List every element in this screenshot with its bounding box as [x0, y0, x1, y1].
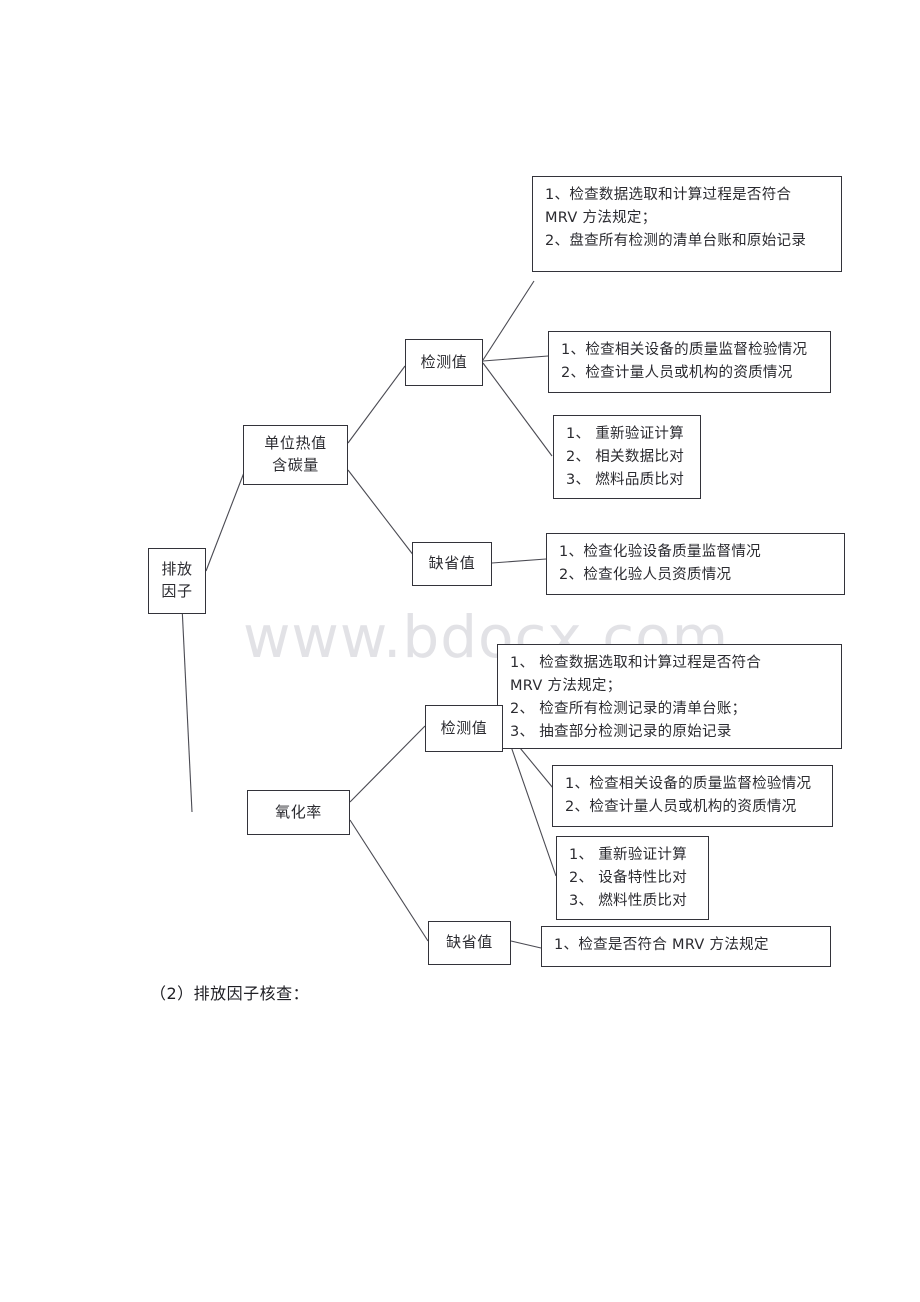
detail-row: 3、 燃料品质比对	[566, 472, 685, 489]
detail-row: MRV 方法规定；	[510, 677, 622, 694]
connector-default-lower-to-box1	[510, 940, 542, 949]
diagram-page: www.bdocx.com 排放 因子 单位热值 含碳量 检测值 缺省值 氧化率…	[0, 0, 920, 1302]
detail-row: 2、 设备特性比对	[569, 870, 688, 887]
node-default-value-upper-label: 缺省值	[428, 554, 476, 573]
node-oxidation-rate[interactable]: 氧化率	[247, 790, 350, 835]
detail-box-measured-upper-1: 1、检查数据选取和计算过程是否符合 MRV 方法规定； 2、盘查所有检测的清单台账和…	[532, 176, 842, 272]
connector-measured-lower-to-box3	[505, 731, 557, 877]
node-emission-factor[interactable]: 排放 因子	[148, 548, 206, 614]
connector-measured-upper-to-box2	[482, 355, 549, 362]
detail-row: 3、 抽查部分检测记录的原始记录	[510, 723, 732, 740]
connector-carbon-content-to-default-upper	[347, 469, 415, 557]
detail-box-measured-upper-2: 1、检查相关设备的质量监督检验情况 2、检查计量人员或机构的资质情况	[548, 331, 831, 393]
detail-row: 1、检查化验设备质量监督情况	[559, 544, 761, 560]
connector-default-upper-to-box1	[491, 558, 547, 564]
connector-emission-factor-to-carbon-content	[205, 469, 246, 572]
detail-row: 2、 检查所有检测记录的清单台账；	[510, 700, 747, 717]
detail-row: 2、检查计量人员或机构的资质情况	[565, 799, 797, 816]
node-emission-factor-line1: 排放	[161, 560, 193, 579]
node-default-value-lower[interactable]: 缺省值	[428, 921, 511, 965]
node-measured-value-upper[interactable]: 检测值	[405, 339, 483, 386]
page-caption: （2）排放因子核查：	[150, 984, 310, 1003]
detail-row: 2、 相关数据比对	[566, 449, 685, 466]
detail-row: MRV 方法规定；	[545, 210, 657, 227]
connector-measured-upper-to-box3	[482, 362, 553, 457]
connector-oxidation-rate-to-default-lower	[349, 819, 429, 942]
detail-box-measured-upper-3: 1、 重新验证计算 2、 相关数据比对 3、 燃料品质比对	[553, 415, 701, 499]
node-carbon-content-line1: 单位热值	[264, 434, 327, 453]
node-measured-value-upper-label: 检测值	[420, 352, 468, 371]
detail-row: 2、盘查所有检测的清单台账和原始记录	[545, 233, 807, 250]
node-emission-factor-line2: 因子	[161, 582, 193, 600]
detail-box-measured-lower-1: 1、 检查数据选取和计算过程是否符合 MRV 方法规定； 2、 检查所有检测记录的清…	[497, 644, 842, 749]
connector-measured-upper-to-box1	[482, 280, 535, 361]
detail-row: 2、检查化验人员资质情况	[559, 567, 732, 584]
detail-row: 1、检查数据选取和计算过程是否符合	[545, 187, 792, 203]
node-default-value-lower-label: 缺省值	[446, 933, 493, 952]
detail-row: 1、检查相关设备的质量监督检验情况	[565, 776, 812, 792]
detail-row: 3、 燃料性质比对	[569, 893, 688, 910]
node-measured-value-lower[interactable]: 检测值	[425, 705, 503, 752]
connector-carbon-content-to-measured-upper	[347, 365, 406, 444]
detail-box-measured-lower-2: 1、检查相关设备的质量监督检验情况 2、检查计量人员或机构的资质情况	[552, 765, 833, 827]
detail-row: 1、 重新验证计算	[566, 426, 685, 442]
detail-box-measured-lower-3: 1、 重新验证计算 2、 设备特性比对 3、 燃料性质比对	[556, 836, 709, 920]
detail-row: 1、检查相关设备的质量监督检验情况	[561, 342, 808, 358]
detail-row: 1、 重新验证计算	[569, 847, 688, 863]
connector-oxidation-rate-to-measured-lower	[349, 725, 426, 803]
detail-row: 1、检查是否符合 MRV 方法规定	[554, 937, 769, 953]
detail-box-default-upper-1: 1、检查化验设备质量监督情况 2、检查化验人员资质情况	[546, 533, 845, 595]
node-carbon-content[interactable]: 单位热值 含碳量	[243, 425, 348, 485]
node-measured-value-lower-label: 检测值	[440, 718, 488, 737]
node-carbon-content-line2: 含碳量	[272, 456, 319, 474]
detail-row: 1、 检查数据选取和计算过程是否符合	[510, 655, 762, 671]
node-default-value-upper[interactable]: 缺省值	[412, 542, 492, 586]
detail-row: 2、检查计量人员或机构的资质情况	[561, 365, 793, 382]
detail-box-default-lower-1: 1、检查是否符合 MRV 方法规定	[541, 926, 831, 967]
node-oxidation-rate-label: 氧化率	[275, 802, 322, 821]
